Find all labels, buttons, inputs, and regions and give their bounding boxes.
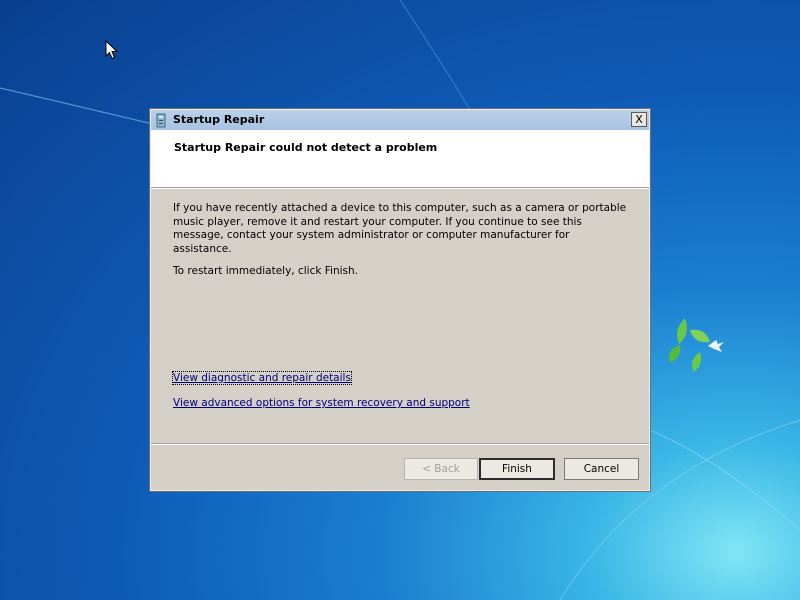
close-button[interactable]: X: [631, 112, 647, 127]
view-advanced-options-link[interactable]: View advanced options for system recover…: [173, 397, 470, 409]
close-icon: X: [635, 113, 643, 126]
page-title: Startup Repair could not detect a proble…: [174, 141, 438, 154]
footer-divider-highlight: [151, 444, 649, 445]
view-diagnostic-details-link[interactable]: View diagnostic and repair details: [172, 371, 352, 385]
back-button[interactable]: < Back: [404, 458, 478, 480]
mouse-pointer-icon: [105, 40, 119, 60]
header-panel: Startup Repair could not detect a proble…: [151, 130, 649, 188]
cancel-button[interactable]: Cancel: [564, 458, 639, 480]
header-divider: [151, 188, 649, 189]
startup-repair-dialog: Startup Repair X Startup Repair could no…: [149, 108, 651, 492]
finish-button[interactable]: Finish: [479, 458, 555, 480]
bird-icon: [708, 340, 724, 352]
restart-instruction: To restart immediately, click Finish.: [173, 265, 358, 277]
title-bar[interactable]: Startup Repair X: [151, 110, 649, 130]
leaf-icon: [669, 318, 710, 372]
message-text: If you have recently attached a device t…: [173, 202, 627, 255]
window-title: Startup Repair: [173, 113, 265, 126]
startup-repair-icon: [156, 113, 166, 128]
